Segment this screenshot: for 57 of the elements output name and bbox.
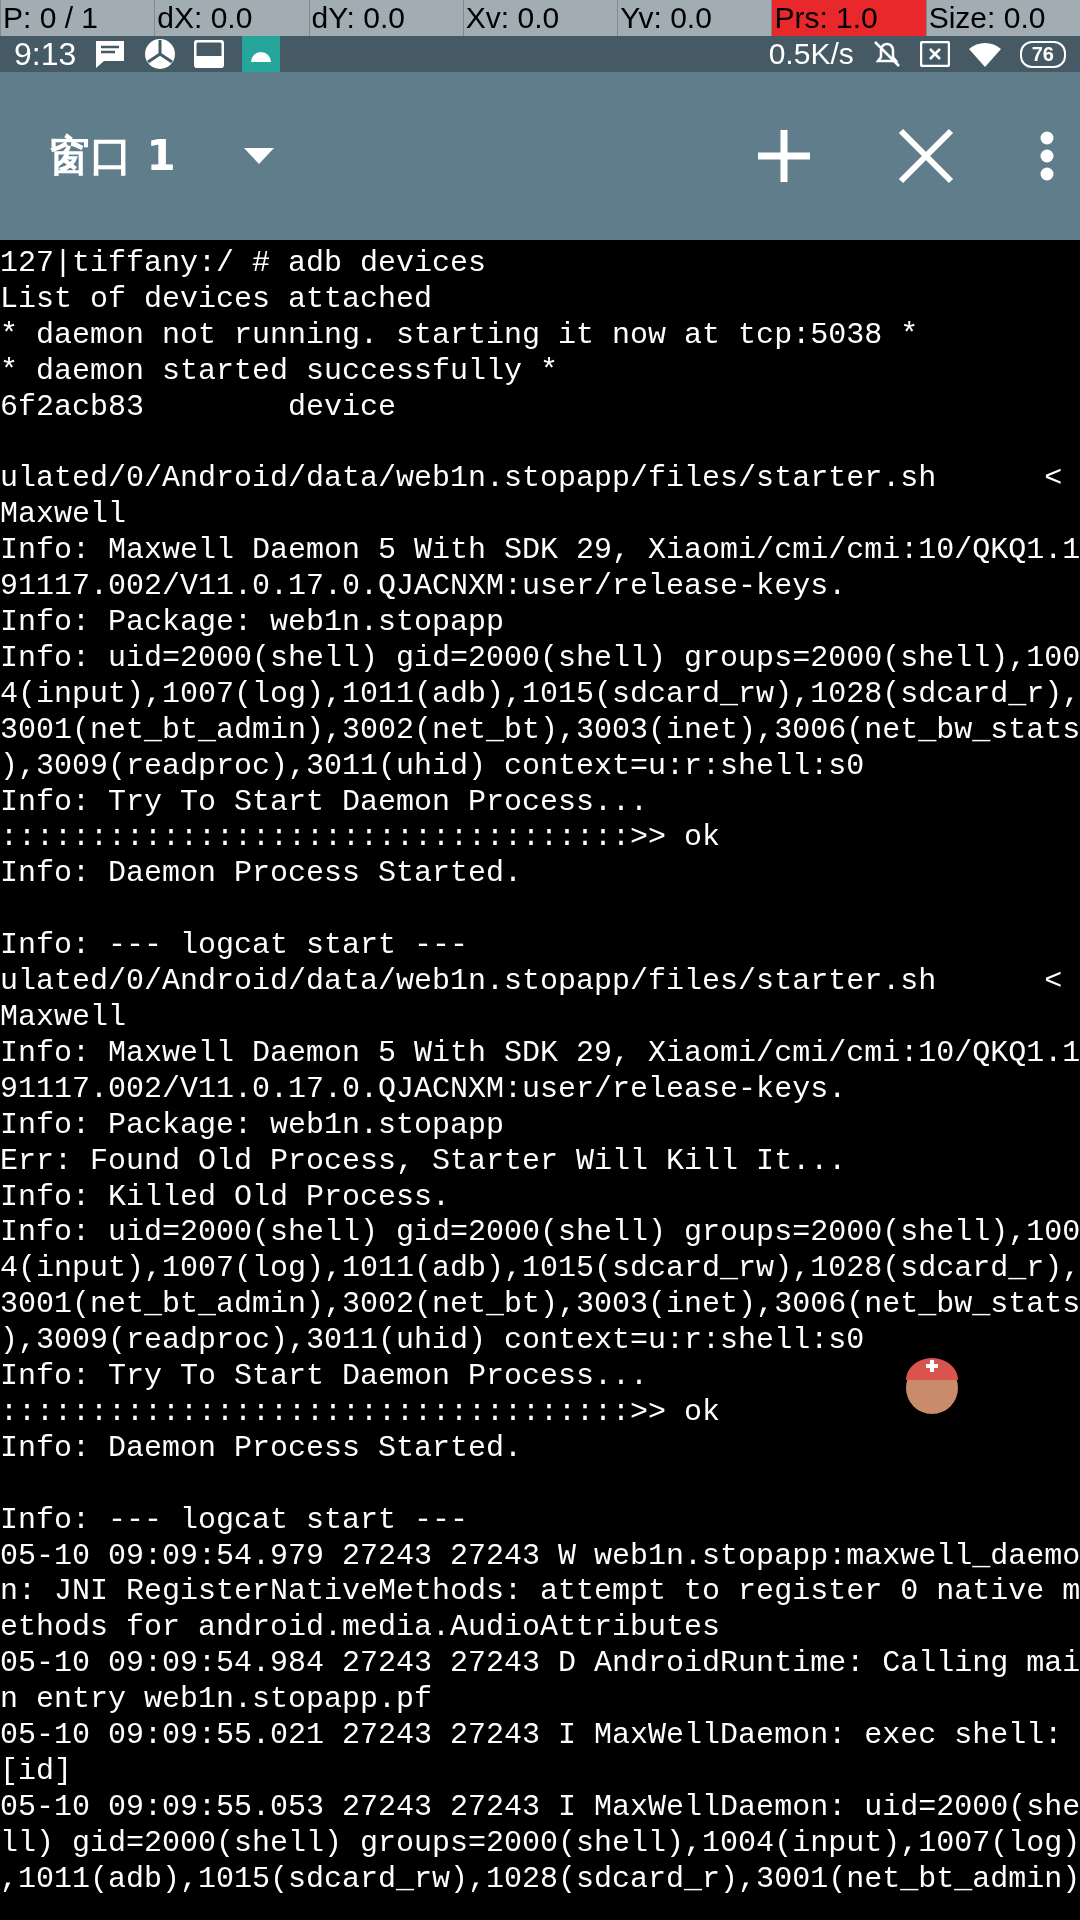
terminal-line: Info: Killed Old Process. [0,1179,451,1216]
terminal-line: List of devices attached [0,281,433,318]
terminal-line: * daemon not running. starting it now at tcp:5038 * [0,317,919,354]
terminal-line: Info: --- logcat start --- [0,928,469,965]
terminal-line: ),3009(readproc),3011(uhid) context=u:r:shell:s0 [0,748,865,785]
window-title: 窗口 1 [48,130,176,182]
terminal-line: 6f2acb83 device [0,389,397,426]
terminal-line: Info: Package: web1n.stopapp [0,605,505,641]
bell-off-icon [871,39,902,69]
terminal-line: 05-10 09:09:54.979 27243 27243 W web1n.stopapp:maxwell_daemo [0,1538,1080,1575]
terminal-line: Info: Try To Start Daemon Process... [0,1359,649,1395]
pointer-readout: Prs: 1.0 [771,0,926,36]
battery-level: 76 [1019,40,1066,68]
terminal-line: :::::::::::::::::::::::::::::::::::>> ok [0,820,721,857]
dropdown-caret-icon[interactable] [243,148,274,164]
sim-icon [919,41,950,67]
wifi-icon [967,40,1002,68]
terminal-line: :::::::::::::::::::::::::::::::::::>> ok [0,1394,721,1431]
add-icon[interactable] [756,128,812,184]
terminal-line: Info: uid=2000(shell) gid=2000(shell) groups=2000(shell),100 [0,1215,1080,1252]
terminal-line: Err: Found Old Process, Starter Will Kill It... [0,1143,847,1180]
terminal-line: 4(input),1007(log),1011(adb),1015(sdcard_rw),1028(sdcard_r), [0,676,1080,713]
terminal-line: ethods for android.media.AudioAttributes [0,1610,721,1647]
terminal-line: Info: Daemon Process Started. [0,1430,523,1467]
terminal-line: Maxwell [0,497,127,534]
terminal-line: ulated/0/Android/data/web1n.stopapp/files/starter.sh < [0,964,1063,1000]
terminal-line: n entry web1n.stopapp.pf [0,1682,433,1719]
status-time: 9:13 [14,35,77,73]
terminal-line: * daemon started successfully * [0,353,559,390]
message-icon [94,39,127,69]
terminal-line: n: JNI RegisterNativeMethods: attempt to register 0 native m [0,1574,1080,1611]
terminal-line: 05-10 09:09:55.021 27243 27243 I MaxWellDaemon: exec shell: [0,1718,1063,1754]
terminal-line: Info: Maxwell Daemon 5 With SDK 29, Xiaomi/cmi/cmi:10/QKQ1.1 [0,533,1080,570]
terminal-line: Info: Package: web1n.stopapp [0,1107,505,1144]
terminal-line: Info: --- logcat start --- [0,1502,469,1539]
close-icon[interactable] [898,128,954,184]
terminal-line: 3001(net_bt_admin),3002(net_bt),3003(inet),3006(net_bw_stats [0,712,1080,749]
more-icon[interactable] [1040,131,1054,181]
terminal-line: 05-10 09:09:54.984 27243 27243 D AndroidRuntime: Calling mai [0,1646,1080,1683]
terminal-line: [id] [0,1754,72,1790]
terminal-line: Info: Maxwell Daemon 5 With SDK 29, Xiaomi/cmi/cmi:10/QKQ1.1 [0,1035,1080,1072]
terminal-line: ll) gid=2000(shell) groups=2000(shell),1004(input),1007(log) [0,1825,1080,1862]
terminal-line: ),3009(readproc),3011(uhid) context=u:r:shell:s0 [0,1323,865,1360]
terminal-line: 91117.002/V11.0.17.0.QJACNXM:user/release-keys. [0,1071,847,1108]
terminal-line: Info: uid=2000(shell) gid=2000(shell) groups=2000(shell),100 [0,640,1080,677]
terminal-icon [194,40,225,68]
terminal-line: 4(input),1007(log),1011(adb),1015(sdcard_rw),1028(sdcard_r), [0,1251,1080,1288]
terminal-line: 3001(net_bt_admin),3002(net_bt),3003(inet),3006(net_bw_stats [0,1287,1080,1324]
terminal-line: Info: Daemon Process Started. [0,856,523,893]
terminal-line: 05-10 09:09:55.053 27243 27243 I MaxWellDaemon: uid=2000(she [0,1789,1080,1826]
terminal-line: Maxwell [0,1000,127,1036]
terminal-line: 127|tiffany:/ # adb devices [0,246,487,282]
terminal-line: ulated/0/Android/data/web1n.stopapp/files/starter.sh < [0,461,1063,498]
terminal-line: ,1011(adb),1015(sdcard_rw),1028(sdcard_r),3001(net_bt_admin) [0,1861,1080,1898]
terminal-line: Info: Try To Start Daemon Process... [0,784,649,821]
terminal-line: 91117.002/V11.0.17.0.QJACNXM:user/release-keys. [0,569,847,606]
network-speed: 0.5K/s [768,37,854,71]
